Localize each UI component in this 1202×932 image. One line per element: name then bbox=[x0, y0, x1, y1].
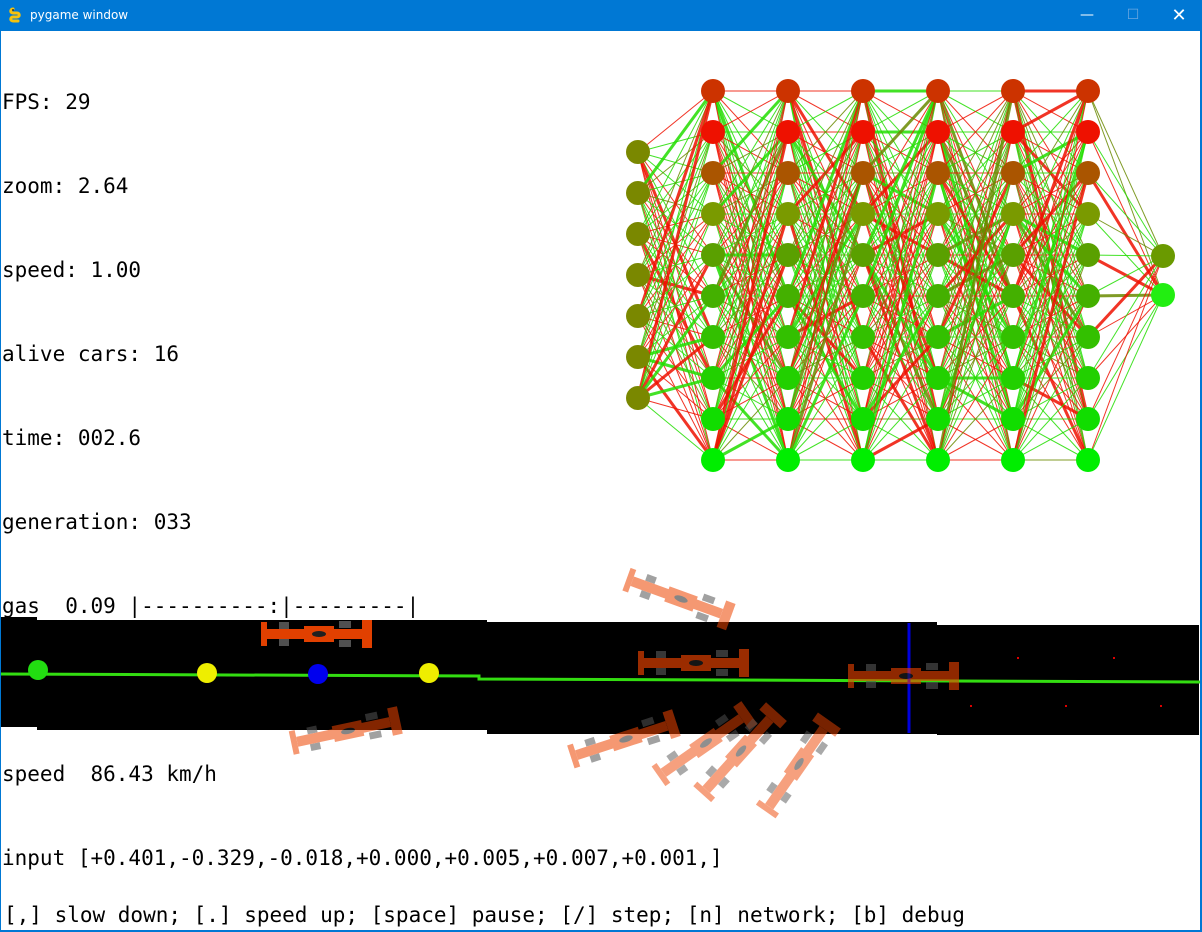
network-neuron bbox=[926, 325, 950, 349]
network-neuron bbox=[851, 202, 875, 226]
steering-readout: steering 0.07 |----------:|---------| bbox=[2, 678, 483, 702]
pygame-snake-icon bbox=[9, 7, 21, 23]
network-connection bbox=[1087, 294, 1164, 338]
network-neuron bbox=[1076, 202, 1100, 226]
network-neuron bbox=[851, 448, 875, 472]
network-neuron bbox=[1076, 448, 1100, 472]
network-input-readout: input [+0.401,-0.329,-0.018,+0.000,+0.00… bbox=[2, 846, 723, 870]
time-readout: time: 002.6 bbox=[2, 426, 142, 450]
sensor-dot bbox=[1160, 705, 1162, 707]
network-neuron bbox=[1001, 79, 1025, 103]
network-neuron bbox=[1001, 448, 1025, 472]
network-neuron bbox=[776, 407, 800, 431]
sensor-dot bbox=[970, 705, 972, 707]
network-neuron bbox=[776, 366, 800, 390]
network-neuron bbox=[1001, 202, 1025, 226]
zoom-readout: zoom: 2.64 bbox=[2, 174, 129, 198]
network-neuron bbox=[1001, 325, 1025, 349]
network-neuron bbox=[851, 79, 875, 103]
generation-readout: generation: 033 bbox=[2, 510, 192, 534]
minimize-button[interactable]: — bbox=[1064, 0, 1110, 31]
network-neuron bbox=[1001, 284, 1025, 308]
network-neuron bbox=[776, 161, 800, 185]
network-neuron bbox=[776, 448, 800, 472]
network-neuron bbox=[1076, 161, 1100, 185]
network-neuron bbox=[1076, 243, 1100, 267]
window-title: pygame window bbox=[30, 8, 129, 22]
network-neuron bbox=[1076, 407, 1100, 431]
network-neuron bbox=[926, 243, 950, 267]
network-neuron bbox=[1001, 243, 1025, 267]
close-button[interactable]: ✕ bbox=[1156, 0, 1202, 31]
alive-cars-readout: alive cars: 16 bbox=[2, 342, 180, 366]
stats-overlay: FPS: 29 zoom: 2.64 speed: 1.00 alive car… bbox=[2, 32, 723, 928]
network-neuron bbox=[851, 366, 875, 390]
network-neuron bbox=[1076, 120, 1100, 144]
network-neuron bbox=[926, 79, 950, 103]
network-neuron bbox=[926, 202, 950, 226]
network-neuron bbox=[776, 243, 800, 267]
maximize-button[interactable]: ☐ bbox=[1110, 0, 1156, 31]
network-neuron bbox=[851, 120, 875, 144]
network-neuron bbox=[926, 284, 950, 308]
network-neuron bbox=[776, 284, 800, 308]
network-neuron bbox=[1076, 284, 1100, 308]
network-neuron bbox=[926, 120, 950, 144]
network-neuron bbox=[776, 120, 800, 144]
network-neuron bbox=[1151, 283, 1175, 307]
speed-multiplier-readout: speed: 1.00 bbox=[2, 258, 142, 282]
network-neuron bbox=[1001, 366, 1025, 390]
sensor-dot bbox=[1065, 705, 1067, 707]
network-neuron bbox=[776, 325, 800, 349]
network-neuron bbox=[926, 448, 950, 472]
network-neuron bbox=[1001, 161, 1025, 185]
network-neuron bbox=[1076, 79, 1100, 103]
sensor-dot bbox=[1113, 657, 1115, 659]
gas-readout: gas 0.09 |----------:|---------| bbox=[2, 594, 420, 618]
network-neuron bbox=[1076, 366, 1100, 390]
network-neuron bbox=[1001, 407, 1025, 431]
network-neuron bbox=[851, 407, 875, 431]
network-neuron bbox=[926, 407, 950, 431]
fps-readout: FPS: 29 bbox=[2, 90, 91, 114]
network-connection bbox=[1087, 255, 1164, 461]
network-neuron bbox=[851, 243, 875, 267]
game-canvas[interactable]: FPS: 29 zoom: 2.64 speed: 1.00 alive car… bbox=[1, 31, 1200, 930]
network-neuron bbox=[926, 161, 950, 185]
network-neuron bbox=[776, 202, 800, 226]
network-neuron bbox=[1151, 244, 1175, 268]
car-speed-readout: speed 86.43 km/h bbox=[2, 762, 217, 786]
network-neuron bbox=[851, 161, 875, 185]
keyboard-help: [,] slow down; [.] speed up; [space] pau… bbox=[4, 903, 965, 927]
network-neuron bbox=[851, 325, 875, 349]
pygame-window: pygame window — ☐ ✕ FPS: 29 zoom: 2.64 s… bbox=[0, 0, 1202, 932]
network-neuron bbox=[776, 79, 800, 103]
sensor-dot bbox=[1017, 657, 1019, 659]
network-neuron bbox=[926, 366, 950, 390]
network-neuron bbox=[851, 284, 875, 308]
network-neuron bbox=[1076, 325, 1100, 349]
network-connection bbox=[1087, 213, 1164, 257]
network-neuron bbox=[1001, 120, 1025, 144]
title-bar[interactable]: pygame window — ☐ ✕ bbox=[0, 0, 1202, 31]
